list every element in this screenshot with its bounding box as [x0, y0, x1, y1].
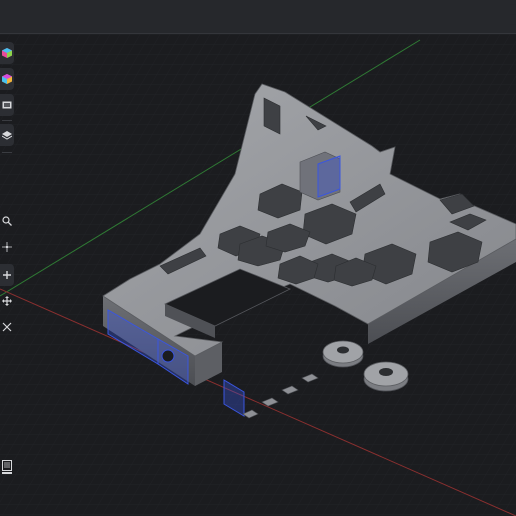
left-toolbar — [0, 38, 15, 516]
section-icon[interactable] — [0, 456, 14, 478]
measure-icon[interactable] — [0, 316, 14, 338]
sketch-point-icon[interactable] — [0, 236, 14, 258]
move-icon[interactable] — [0, 290, 14, 312]
mounting-hole[interactable] — [161, 349, 175, 363]
title-bar — [0, 0, 516, 34]
layers-icon[interactable] — [0, 124, 14, 146]
zoom-icon[interactable] — [0, 210, 14, 232]
3d-viewport[interactable] — [0, 34, 516, 516]
scene-canvas[interactable] — [0, 34, 516, 516]
cube-view-icon[interactable] — [0, 42, 14, 64]
color-cube-icon[interactable] — [0, 68, 14, 90]
add-icon[interactable] — [0, 264, 14, 286]
display-mode-icon[interactable] — [0, 94, 14, 116]
